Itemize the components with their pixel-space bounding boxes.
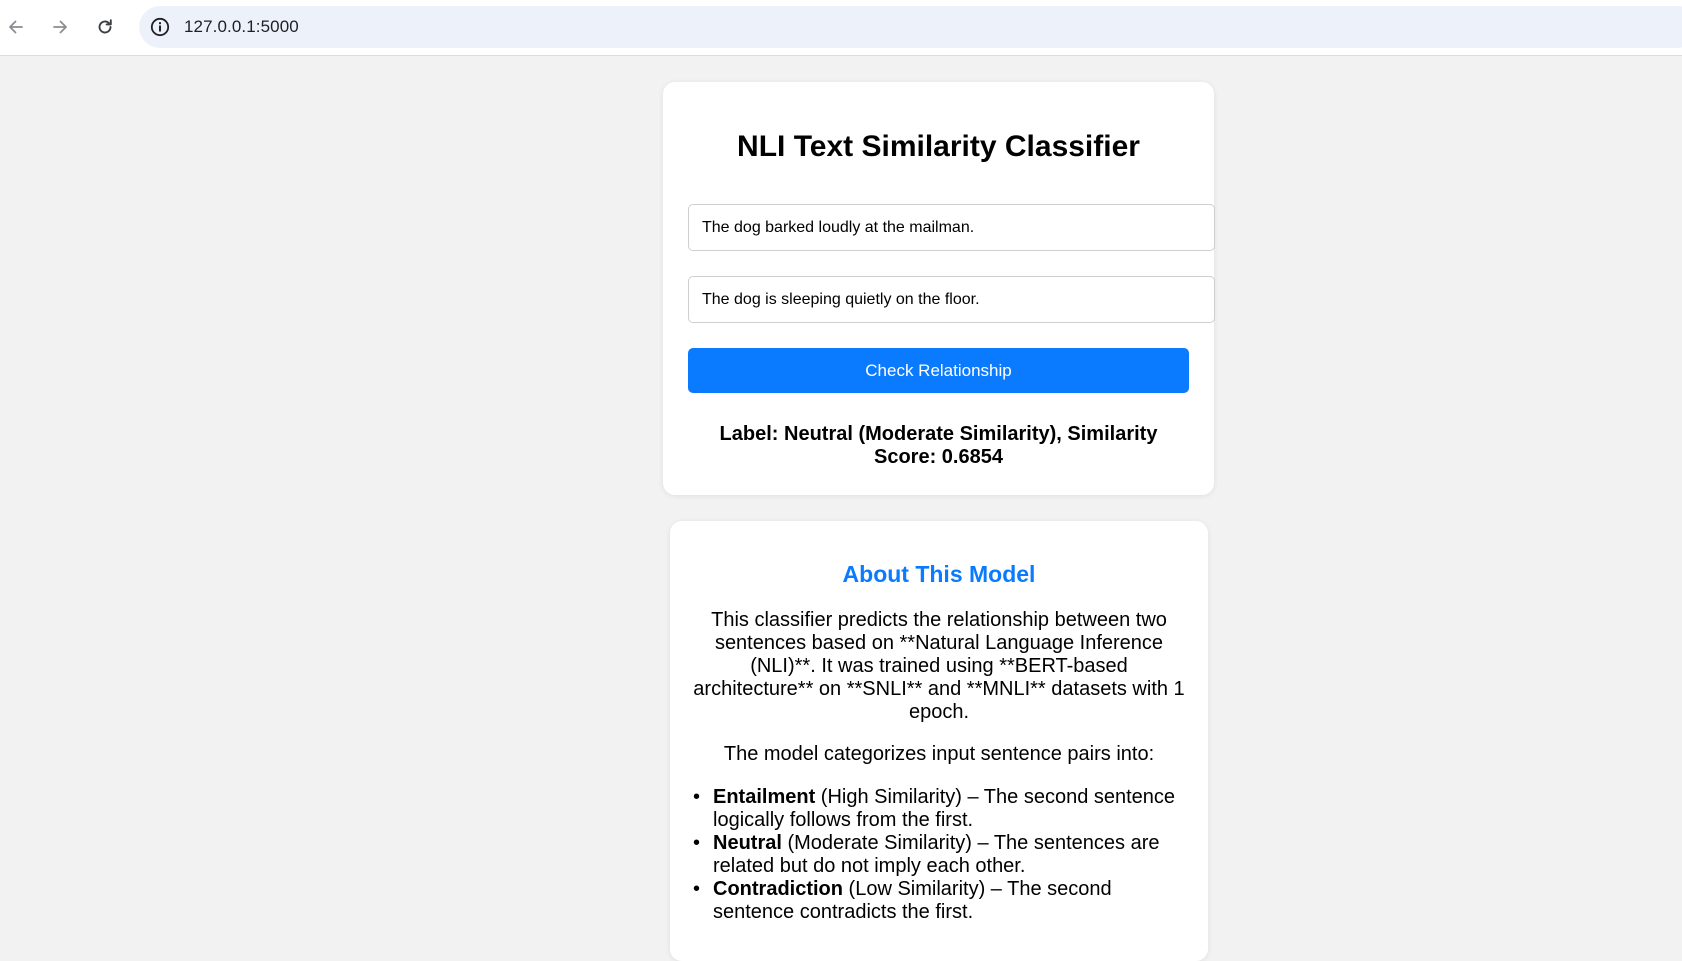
site-info-icon[interactable]: [149, 16, 171, 38]
address-bar[interactable]: 127.0.0.1:5000: [139, 6, 1682, 48]
reload-icon: [98, 19, 112, 34]
bullet-icon: •: [693, 878, 701, 900]
back-button[interactable]: [0, 9, 34, 45]
bullet-icon: •: [693, 832, 701, 854]
about-description: This classifier predicts the relationshi…: [693, 609, 1185, 723]
sentence2-input[interactable]: [688, 276, 1215, 323]
category-name: Contradiction: [713, 878, 843, 900]
back-arrow-icon: [9, 20, 23, 34]
browser-toolbar: 127.0.0.1:5000: [0, 0, 1682, 56]
url-text[interactable]: 127.0.0.1:5000: [184, 17, 299, 37]
result-text: Label: Neutral (Moderate Similarity), Si…: [719, 423, 1158, 468]
category-name: Entailment: [713, 786, 816, 808]
list-item-neutral: • Neutral (Moderate Similarity) – The se…: [693, 832, 1183, 878]
sentence1-input[interactable]: [688, 204, 1215, 251]
check-relationship-button[interactable]: Check Relationship: [688, 348, 1189, 393]
about-title: About This Model: [842, 561, 1036, 587]
page-title: NLI Text Similarity Classifier: [737, 130, 1140, 163]
list-item-entailment: • Entailment (High Similarity) – The sec…: [693, 786, 1183, 832]
forward-button[interactable]: [42, 9, 78, 45]
about-card: About This Model This classifier predict…: [670, 521, 1208, 961]
bullet-icon: •: [693, 786, 701, 808]
about-intro: The model categorizes input sentence pai…: [723, 743, 1155, 765]
list-item-contradiction: • Contradiction (Low Similarity) – The s…: [693, 878, 1183, 924]
reload-button[interactable]: [87, 9, 123, 45]
category-name: Neutral: [713, 832, 782, 854]
category-list: • Entailment (High Similarity) – The sec…: [693, 786, 1183, 924]
classifier-card: NLI Text Similarity Classifier Check Rel…: [663, 82, 1215, 495]
forward-arrow-icon: [53, 20, 67, 34]
